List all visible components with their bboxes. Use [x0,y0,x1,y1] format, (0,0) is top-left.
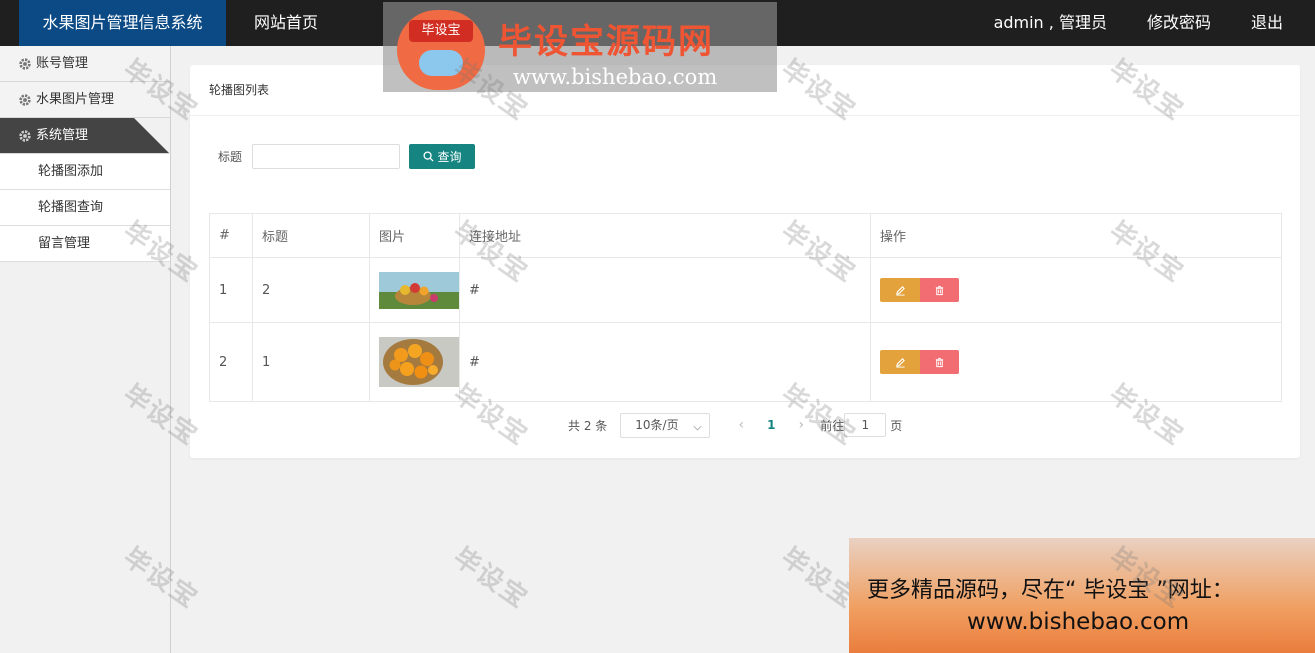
col-header-title: 标题 [252,213,370,258]
promo-line-2: www.bishebao.com [967,609,1190,635]
top-right-menu: admin , 管理员 修改密码 退出 [994,0,1315,46]
carousel-list-card: 轮播图列表 标题 查询 # 标题 图片 连接地址 操作 1 2 # 2 1 # … [190,65,1300,458]
oranges-thumbnail [379,337,459,387]
current-page[interactable]: 1 [756,418,786,432]
fruit-basket-thumbnail [379,271,459,309]
prev-page-button[interactable]: ‹ [726,417,756,433]
col-header-index: # [209,213,253,258]
sidebar-item-system[interactable]: 系统管理 [0,118,170,154]
logo-name: 毕设宝源码网 [498,22,714,62]
row-index: 1 [209,257,253,323]
trash-icon [935,357,944,367]
logo-url: www.bishebao.com [513,65,718,89]
query-button[interactable]: 查询 [409,144,476,169]
table-row: 2 1 # [209,322,1282,402]
sidebar-item-label: 水果图片管理 [36,92,115,107]
next-page-button[interactable]: › [786,417,816,433]
search-bar: 标题 查询 [218,144,476,169]
logout-link[interactable]: 退出 [1251,0,1283,46]
pagination-total: 共 2 条 [568,418,608,433]
edit-button[interactable] [880,278,920,302]
watermark-text: 毕设宝 [447,542,534,615]
row-title: 1 [252,322,370,402]
sidebar-item-label: 系统管理 [36,128,89,143]
edit-icon [895,357,905,368]
logo-badge: 毕设宝 [397,10,485,90]
row-link: # [459,257,871,323]
user-info: admin , 管理员 [993,13,1107,32]
sidebar-subitem-messages[interactable]: 留言管理 [0,226,170,262]
pagination: 共 2 条 10条/页 ‹ 1 › 前往 1 页 [568,412,902,438]
row-actions [870,322,1282,402]
title-search-input[interactable] [252,144,401,169]
row-image-cell [369,322,460,402]
col-header-image: 图片 [369,213,460,258]
app-title: 水果图片管理信息系统 [19,0,226,46]
gear-icon [19,58,31,70]
row-link: # [459,322,871,402]
row-index: 2 [209,322,253,402]
promo-banner: 更多精品源码，尽在“ 毕设宝 ”网址： www.bishebao.com [849,538,1315,653]
query-button-label: 查询 [437,150,462,164]
edit-icon [895,285,905,296]
goto-label: 前往 [820,418,845,433]
gear-icon [19,130,31,142]
sidebar-item-accounts[interactable]: 账号管理 [0,46,170,82]
goto-page-input[interactable]: 1 [844,413,887,437]
sidebar-item-fruit-images[interactable]: 水果图片管理 [0,82,170,118]
sidebar-item-label: 账号管理 [36,56,89,71]
page-size-value: 10条/页 [635,417,679,432]
logo-ball [419,50,463,76]
change-password-link[interactable]: 修改密码 [1147,0,1211,46]
col-header-actions: 操作 [870,213,1282,258]
page-size-select[interactable]: 10条/页 [620,412,711,438]
trash-icon [935,285,944,295]
page-unit-label: 页 [890,418,903,433]
delete-button[interactable] [920,278,959,302]
row-image-cell [369,257,460,323]
chevron-down-icon [693,422,702,430]
promo-line-1: 更多精品源码，尽在“ 毕设宝 ”网址： [867,578,1234,603]
gear-icon [19,94,31,106]
logo-badge-text: 毕设宝 [409,20,473,42]
table-row: 1 2 # [209,257,1282,323]
sidebar-subitem-carousel-query[interactable]: 轮播图查询 [0,190,170,226]
sidebar: 账号管理 水果图片管理 系统管理 轮播图添加 轮播图查询 留言管理 [0,46,171,653]
row-actions [870,257,1282,323]
search-label: 标题 [218,150,243,164]
home-link[interactable]: 网站首页 [254,0,318,46]
col-header-link: 连接地址 [459,213,871,258]
carousel-table: # 标题 图片 连接地址 操作 1 2 # 2 1 # [209,213,1282,402]
delete-button[interactable] [920,350,959,374]
site-logo-watermark: 毕设宝 毕设宝源码网 www.bishebao.com [383,2,777,92]
edit-button[interactable] [880,350,920,374]
sidebar-subitem-carousel-add[interactable]: 轮播图添加 [0,154,170,190]
search-icon [422,151,434,162]
row-title: 2 [252,257,370,323]
